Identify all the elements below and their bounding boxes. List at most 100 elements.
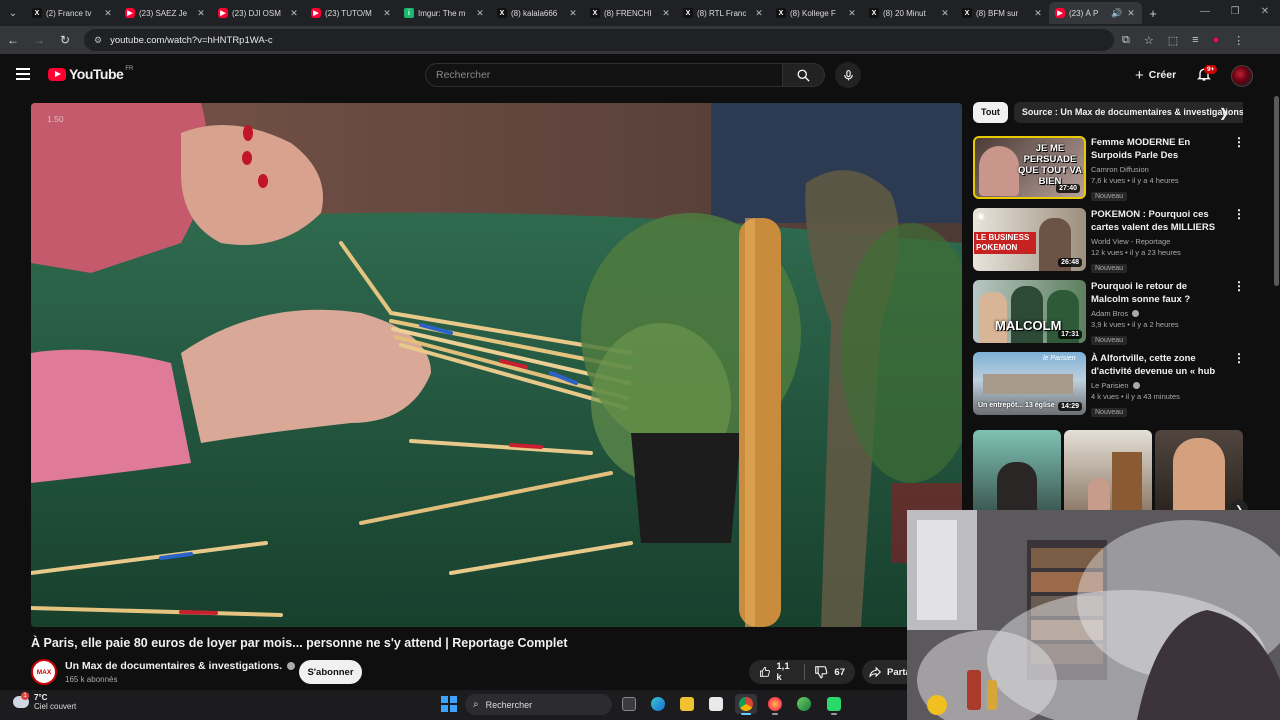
channel-text: Adam Bros [1091,309,1129,318]
chrome-icon[interactable] [735,694,757,715]
close-icon[interactable]: ✕ [661,8,671,19]
active-indicator [741,713,751,715]
browser-tab[interactable]: ▶ (23) TUTO/M ✕ [305,2,398,24]
menu-icon[interactable] [16,68,30,80]
task-view-icon[interactable] [618,694,640,714]
close-icon[interactable]: ✕ [382,8,392,19]
search-button[interactable] [783,63,825,87]
duration-badge: 14:29 [1058,402,1082,411]
more-vert-icon[interactable]: ⋮ [1233,280,1245,292]
recommendation-item[interactable]: LE BUSINESS POKEMON ◉ 26:48 POKEMON : Po… [973,208,1263,273]
browser-tab[interactable]: X (8) Kollege F ✕ [770,2,863,24]
more-vert-icon[interactable]: ⋮ [1233,208,1245,220]
site-info-icon[interactable]: ⚙ [94,35,102,46]
browser-tab[interactable]: X (2) France tv ✕ [26,2,119,24]
subscribe-button[interactable]: S'abonner [299,660,362,684]
app-icon[interactable] [823,694,845,715]
windows-start-icon[interactable] [441,696,457,712]
browser-tab[interactable]: X (8) RTL Franc ✕ [677,2,770,24]
avatar[interactable] [1231,65,1253,87]
reload-icon[interactable]: ↻ [52,33,78,47]
close-icon[interactable]: ✕ [568,8,578,19]
video-player[interactable] [31,103,962,627]
taskbar-search[interactable]: ⌕ Rechercher [465,694,612,715]
speaker-icon[interactable]: 🔊 [1111,8,1123,19]
browser-tab[interactable]: X (8) FRENCHI ✕ [584,2,677,24]
file-explorer-icon[interactable] [676,694,698,714]
restore-icon[interactable]: ❐ [1220,0,1250,26]
edge-icon[interactable] [647,694,669,714]
more-vert-icon[interactable]: ⋮ [1233,352,1245,364]
chip-source[interactable]: Source : Un Max de documentaires & inves… [1013,101,1243,123]
close-window-icon[interactable]: ✕ [1250,0,1280,26]
close-icon[interactable]: ✕ [940,8,950,19]
minimize-icon[interactable]: — [1190,0,1220,26]
voice-search-button[interactable] [835,62,861,88]
firefox-icon[interactable] [764,694,786,715]
verified-icon [1132,310,1140,317]
close-icon[interactable]: ✕ [847,8,857,19]
edge-dev-icon[interactable] [793,694,815,714]
chip-all[interactable]: Tout [973,101,1008,123]
short-thumbnail[interactable] [973,430,1061,510]
back-icon[interactable]: ← [0,33,26,47]
short-thumbnail[interactable] [1064,430,1152,510]
browser-tab[interactable]: ▶ (23) DJI OSM ✕ [212,2,305,24]
channel-avatar[interactable]: MAX [31,659,57,685]
extensions-icon[interactable]: ⬚ [1168,34,1178,47]
url-field[interactable]: ⚙ youtube.com/watch?v=hHNTRp1WA-c [84,29,1114,51]
store-icon[interactable] [705,694,727,714]
create-button[interactable]: + Créer [1127,64,1184,86]
close-icon[interactable]: ✕ [1033,8,1043,19]
recommendation-item[interactable]: JE ME PERSUADE QUE TOUT VA BIEN 27:40 Fe… [973,136,1263,201]
video-thumbnail[interactable]: le Parisien Un entrepôt... 13 église 14:… [973,352,1086,415]
recommendation-item[interactable]: le Parisien Un entrepôt... 13 église 14:… [973,352,1263,417]
youtube-header: YouTube FR + Créer 9+ [0,54,1280,96]
close-icon[interactable]: ✕ [475,8,485,19]
youtube-logo[interactable]: YouTube FR [48,66,133,82]
channel-text: Le Parisien [1091,381,1129,390]
browser-toolbar-right: ⧉ ☆ ⬚ ≡ ● ⋮ [1122,34,1244,47]
browser-tab[interactable]: X (8) BFM sur ✕ [956,2,1049,24]
tab-title: (23) DJI OSM [232,8,281,18]
window-controls: — ❐ ✕ [1190,0,1280,26]
tab-search-button[interactable]: ⌄ [0,0,26,26]
close-icon[interactable]: ✕ [196,8,206,19]
close-icon[interactable]: ✕ [289,8,299,19]
forward-icon[interactable]: → [26,33,52,47]
recommendation-channel: Adam Bros [1091,309,1221,318]
browser-tab[interactable]: i Imgur: The m ✕ [398,2,491,24]
search-input[interactable] [436,69,782,81]
browser-tab-active[interactable]: ▶ (23) À P 🔊 ✕ [1049,2,1142,24]
dislike-button[interactable]: 67 [804,660,855,684]
browser-menu-icon[interactable]: ⋮ [1233,34,1244,47]
cast-icon[interactable]: ⧉ [1122,34,1130,47]
short-thumbnail[interactable] [1155,430,1243,510]
close-icon[interactable]: ✕ [754,8,764,19]
youtube-icon: ▶ [311,8,321,18]
dislike-count: 67 [834,666,845,678]
bookmark-star-icon[interactable]: ☆ [1144,34,1154,47]
profile-icon[interactable]: ● [1213,34,1220,46]
scrollbar-thumb[interactable] [1274,96,1279,286]
browser-tab[interactable]: ▶ (23) SAEZ Je ✕ [119,2,212,24]
recommendation-item[interactable]: MALCOLM 17:31 Pourquoi le retour de Malc… [973,280,1263,345]
video-thumbnail[interactable]: MALCOLM 17:31 [973,280,1086,343]
video-thumbnail[interactable]: LE BUSINESS POKEMON ◉ 26:48 [973,208,1086,271]
more-vert-icon[interactable]: ⋮ [1233,136,1245,148]
close-icon[interactable]: ✕ [103,8,113,19]
playlist-icon[interactable]: ≡ [1192,34,1198,46]
recommendation-title: À Alfortville, cette zone d'activité dev… [1091,353,1216,377]
new-tab-button[interactable]: + [1142,6,1164,21]
video-thumbnail[interactable]: JE ME PERSUADE QUE TOUT VA BIEN 27:40 [973,136,1086,199]
verified-icon [287,662,296,670]
chevron-right-icon[interactable]: ❯ [1219,106,1229,120]
x-icon: X [497,8,507,18]
browser-address-bar: ← → ↻ ⚙ youtube.com/watch?v=hHNTRp1WA-c … [0,26,1280,54]
browser-tab[interactable]: X (8) kalala666 ✕ [491,2,584,24]
browser-tab[interactable]: X (8) 20 Minut ✕ [863,2,956,24]
channel-name[interactable]: Un Max de documentaires & investigations… [65,660,296,672]
close-icon[interactable]: ✕ [1126,8,1136,19]
like-button[interactable]: 1,1 k [749,660,804,684]
tab-title: Imgur: The m [418,8,466,18]
